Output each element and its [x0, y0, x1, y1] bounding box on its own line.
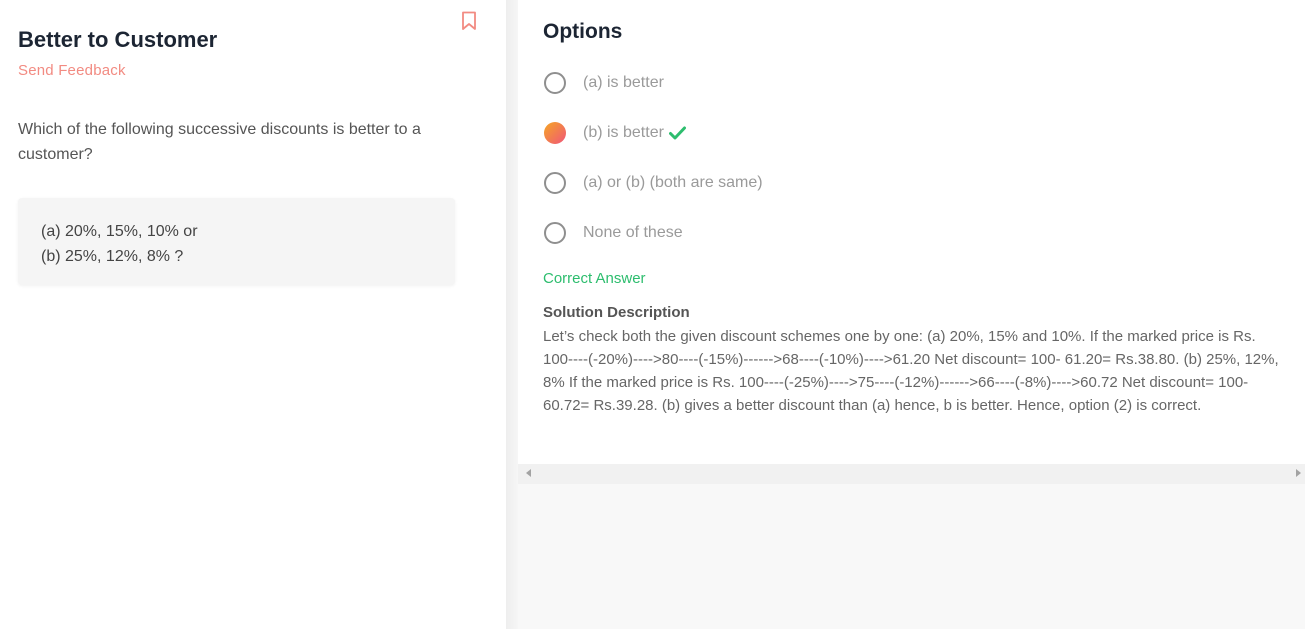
choice-a: (a) 20%, 15%, 10% or [41, 223, 198, 240]
option-d[interactable]: None of these [544, 221, 683, 245]
option-label: (a) or (b) (both are same) [583, 174, 763, 191]
check-icon [668, 126, 686, 140]
scroll-left-arrow-icon[interactable] [526, 469, 531, 477]
question-panel: Better to Customer Send Feedback Which o… [0, 0, 506, 629]
scroll-right-arrow-icon[interactable] [1296, 469, 1301, 477]
option-label: (b) is better [583, 124, 664, 141]
horizontal-scrollbar[interactable] [518, 464, 1305, 484]
option-radio[interactable] [544, 72, 566, 94]
bookmark-icon[interactable] [461, 11, 477, 31]
option-label: None of these [583, 224, 683, 241]
choice-b: (b) 25%, 12%, 8% ? [41, 248, 184, 265]
panel-divider[interactable] [506, 0, 518, 629]
option-label: (a) is better [583, 74, 664, 91]
option-radio[interactable] [544, 172, 566, 194]
option-radio[interactable] [544, 222, 566, 244]
option-radio-selected[interactable] [544, 122, 566, 144]
solution-text: Let’s check both the given discount sche… [543, 328, 1279, 414]
choices-box: (a) 20%, 15%, 10% or (b) 25%, 12%, 8% ? [18, 198, 455, 285]
options-title: Options [543, 20, 623, 43]
option-b[interactable]: (b) is better [544, 121, 686, 145]
option-a[interactable]: (a) is better [544, 71, 664, 95]
question-title: Better to Customer [18, 27, 218, 52]
question-text: Which of the following successive discou… [18, 121, 421, 163]
solution-title: Solution Description [543, 304, 690, 321]
correct-answer-label: Correct Answer [543, 270, 646, 287]
send-feedback-link[interactable]: Send Feedback [18, 62, 126, 79]
option-c[interactable]: (a) or (b) (both are same) [544, 171, 763, 195]
